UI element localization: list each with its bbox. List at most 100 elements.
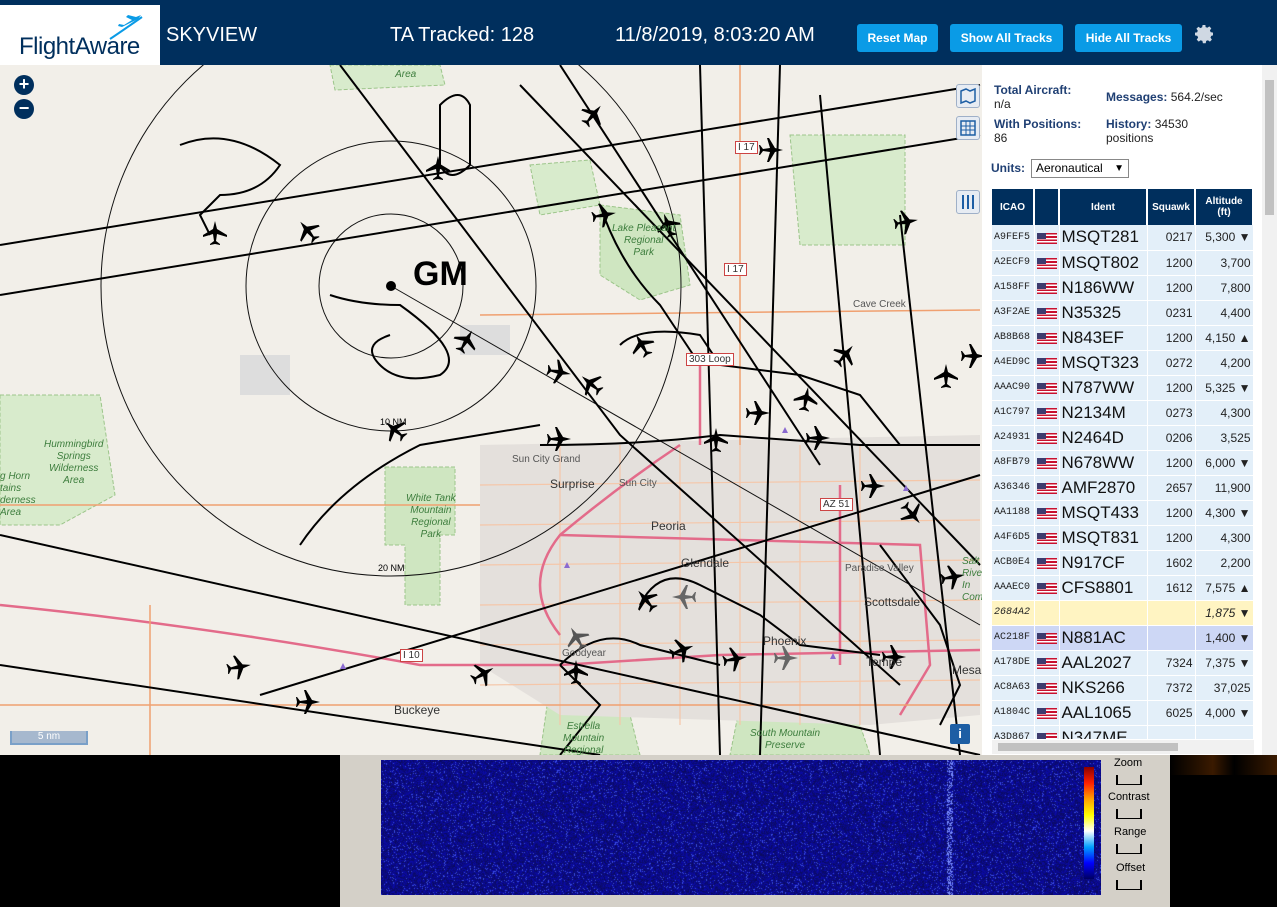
- squawk-cell: 1200: [1147, 500, 1196, 526]
- flag-cell: [1034, 325, 1060, 351]
- ident-cell: N881AC: [1059, 625, 1148, 651]
- aircraft-sidebar: Total Aircraft: n/a With Positions: 86 M…: [982, 65, 1277, 755]
- zoom-slider[interactable]: [1116, 775, 1142, 785]
- altitude-cell: 7,575 ▲: [1195, 575, 1254, 601]
- table-row[interactable]: A24931 N2464D 0206 3,525: [992, 425, 1254, 451]
- table-row[interactable]: A9FEF5 MSQT281 0217 5,300 ▼: [992, 225, 1254, 251]
- flag-cell: [1034, 675, 1060, 701]
- place-paradise-valley: Paradise Valley: [845, 563, 914, 574]
- icao-cell: A2ECF9: [992, 250, 1035, 276]
- map-view[interactable]: + − GM 10 NM 20 NM Surprise Sun City Sun…: [0, 65, 982, 755]
- units-select[interactable]: Aeronautical ▼: [1031, 159, 1129, 178]
- aircraft-table-container[interactable]: ICAO Ident Squawk Altitude (ft) A9FEF5 MSQT2…: [992, 189, 1254, 739]
- table-row[interactable]: A8FB79 N678WW 1200 6,000 ▼: [992, 450, 1254, 476]
- squawk-cell: 1200: [1147, 375, 1196, 401]
- place-scottsdale: Scottsdale: [864, 595, 921, 609]
- icao-cell: A1804C: [992, 700, 1035, 726]
- altitude-cell: 37,025: [1195, 675, 1254, 701]
- table-row[interactable]: A158FF N186WW 1200 7,800: [992, 275, 1254, 301]
- column-header[interactable]: Altitude (ft): [1195, 189, 1254, 225]
- place-goodyear: Goodyear: [562, 648, 606, 659]
- flightaware-logo[interactable]: FlightAware: [0, 5, 160, 65]
- ident-cell: N917CF: [1059, 550, 1148, 576]
- icao-cell: A8FB79: [992, 450, 1035, 476]
- place-south-mountain: South Mountain Preserve: [750, 728, 821, 751]
- ident-cell: N347ME: [1059, 725, 1148, 739]
- range-slider[interactable]: [1116, 844, 1142, 854]
- ident-cell: MSQT281: [1059, 225, 1148, 251]
- table-row[interactable]: A1804C AAL1065 6025 4,000 ▼: [992, 700, 1254, 726]
- flag-cell: [1034, 250, 1060, 276]
- scrollbar-thumb[interactable]: [1265, 80, 1274, 215]
- altitude-cell: [1195, 725, 1254, 739]
- highway-303: 303 Loop: [686, 353, 734, 366]
- sidebar-vertical-scrollbar[interactable]: [1262, 65, 1277, 755]
- waterfall-display[interactable]: [381, 760, 1101, 895]
- table-row[interactable]: AC8A63 NKS266 7372 37,025: [992, 675, 1254, 701]
- flag-cell: [1034, 225, 1060, 251]
- columns-icon[interactable]: [956, 190, 980, 214]
- spectrum-panel: Zoom Contrast Range Offset: [0, 755, 1277, 907]
- table-row[interactable]: A3D867 N347ME: [992, 725, 1254, 739]
- place-sun-city: Sun City: [619, 478, 657, 489]
- aircraft-table-body: A9FEF5 MSQT281 0217 5,300 ▼ A2ECF9 MSQT802 120…: [992, 225, 1254, 739]
- gear-icon[interactable]: [1192, 22, 1216, 46]
- table-row[interactable]: A1C797 N2134M 0273 4,300: [992, 400, 1254, 426]
- table-row[interactable]: A36346 AMF2870 2657 11,900: [992, 475, 1254, 501]
- table-row[interactable]: A178DE AAL2027 7324 7,375 ▼: [992, 650, 1254, 676]
- total-aircraft-stat: Total Aircraft: n/a: [994, 83, 1072, 111]
- table-horizontal-scrollbar[interactable]: [992, 740, 1254, 754]
- altitude-cell: 6,000 ▼: [1195, 450, 1254, 476]
- icao-cell: AC218F: [992, 625, 1035, 651]
- grid-icon[interactable]: [956, 116, 980, 140]
- us-flag-icon: [1036, 657, 1057, 669]
- us-flag-icon: [1036, 632, 1057, 644]
- highway-az51: AZ 51: [820, 498, 853, 511]
- icao-cell: AB8B68: [992, 325, 1035, 351]
- place-wilderness: Wilderness Area: [381, 65, 430, 80]
- reset-map-button[interactable]: Reset Map: [857, 24, 938, 52]
- scale-bar: 5 nm: [10, 731, 88, 745]
- offset-slider[interactable]: [1116, 880, 1142, 890]
- altitude-cell: 3,700: [1195, 250, 1254, 276]
- flag-cell: [1034, 600, 1060, 626]
- info-icon[interactable]: i: [950, 724, 970, 744]
- table-row[interactable]: AB8B68 N843EF 1200 4,150 ▲: [992, 325, 1254, 351]
- table-row[interactable]: A4F6D5 MSQT831 1200 4,300: [992, 525, 1254, 551]
- place-estrella: Estrella Mountain Regional: [563, 721, 605, 755]
- column-header[interactable]: Squawk: [1147, 189, 1196, 225]
- map-layers-icon[interactable]: [956, 84, 980, 108]
- place-white-tank: White Tank Mountain Regional Park: [406, 493, 456, 540]
- table-row[interactable]: A2ECF9 MSQT802 1200 3,700: [992, 250, 1254, 276]
- hide-all-tracks-button[interactable]: Hide All Tracks: [1075, 24, 1182, 52]
- table-row[interactable]: ACB0E4 N917CF 1602 2,200: [992, 550, 1254, 576]
- waterfall-noise: [381, 760, 1101, 895]
- show-all-tracks-button[interactable]: Show All Tracks: [950, 24, 1063, 52]
- highway-i17: I 17: [724, 263, 747, 276]
- zoom-in-button[interactable]: +: [14, 75, 34, 95]
- column-header[interactable]: [1034, 189, 1060, 225]
- squawk-cell: 0217: [1147, 225, 1196, 251]
- table-row[interactable]: A3F2AE N35325 0231 4,400: [992, 300, 1254, 326]
- contrast-slider[interactable]: [1116, 809, 1142, 819]
- squawk-cell: 2657: [1147, 475, 1196, 501]
- flag-cell: [1034, 475, 1060, 501]
- table-row[interactable]: A4ED9C MSQT323 0272 4,200: [992, 350, 1254, 376]
- icao-cell: A3F2AE: [992, 300, 1035, 326]
- history-stat: History: 34530 positions: [1106, 117, 1189, 145]
- icao-cell: A158FF: [992, 275, 1035, 301]
- ident-cell: N2134M: [1059, 400, 1148, 426]
- table-row[interactable]: AAAC90 N787WW 1200 5,325 ▼: [992, 375, 1254, 401]
- table-row[interactable]: AC218F N881AC 1,400 ▼: [992, 625, 1254, 651]
- table-row[interactable]: AAAEC0 CFS8801 1612 7,575 ▲: [992, 575, 1254, 601]
- scrollbar-thumb[interactable]: [998, 743, 1178, 751]
- squawk-cell: 0206: [1147, 425, 1196, 451]
- column-header[interactable]: Ident: [1059, 189, 1148, 225]
- zoom-out-button[interactable]: −: [14, 99, 34, 119]
- table-row[interactable]: AA1188 MSQT433 1200 4,300 ▼: [992, 500, 1254, 526]
- column-header[interactable]: ICAO: [992, 189, 1035, 225]
- place-phoenix: Phoenix: [763, 634, 807, 648]
- table-row[interactable]: 2684A2 1,875 ▼: [992, 600, 1254, 626]
- icao-cell: ACB0E4: [992, 550, 1035, 576]
- ident-cell: N843EF: [1059, 325, 1148, 351]
